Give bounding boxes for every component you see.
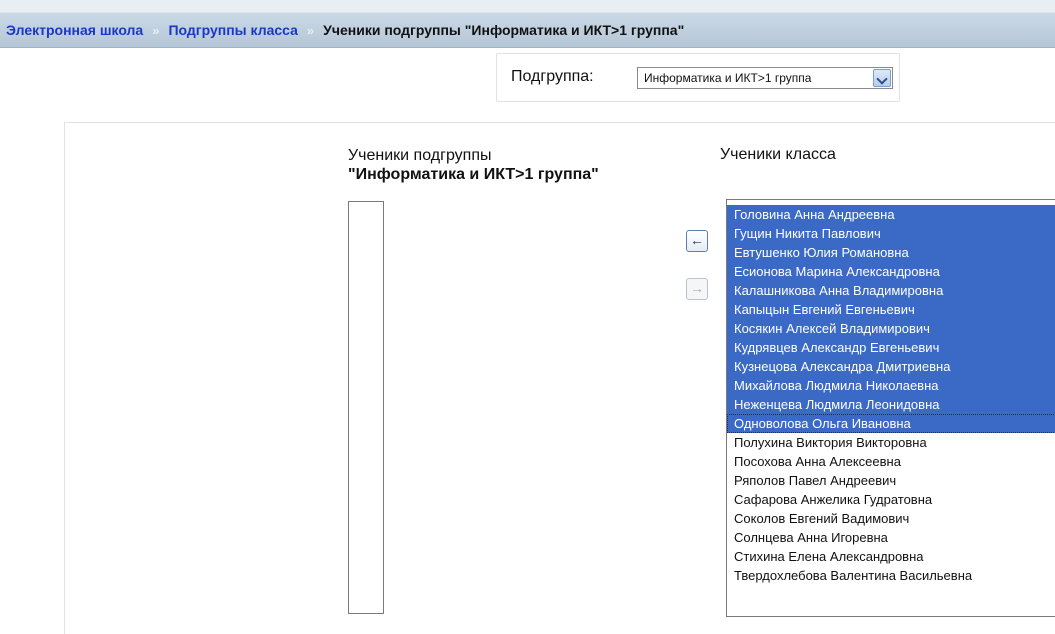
list-item[interactable]: Солнцева Анна Игоревна — [727, 528, 1055, 547]
list-item[interactable]: Одноволова Ольга Ивановна — [727, 414, 1055, 433]
subgroup-students-list[interactable] — [348, 201, 384, 614]
list-item[interactable]: Посохова Анна Алексеевна — [727, 452, 1055, 471]
list-item[interactable]: Головина Анна Андреевна — [727, 205, 1055, 224]
list-item[interactable]: Соколов Евгений Вадимович — [727, 509, 1055, 528]
breadcrumb-current: Ученики подгруппы "Информатика и ИКТ>1 г… — [323, 22, 685, 38]
list-item[interactable]: Твердохлебова Валентина Васильевна — [727, 566, 1055, 585]
breadcrumb-separator: » — [306, 22, 315, 38]
subgroup-students-title-line1: Ученики подгруппы — [348, 147, 492, 164]
list-item[interactable]: Гущин Никита Павлович — [727, 224, 1055, 243]
list-item[interactable]: Кузнецова Александра Дмитриевна — [727, 357, 1055, 376]
subgroup-select-value: Информатика и ИКТ>1 группа — [644, 71, 812, 85]
subgroup-select[interactable]: Информатика и ИКТ>1 группа — [637, 67, 893, 89]
breadcrumb-subgroups-link[interactable]: Подгруппы класса — [168, 22, 297, 38]
move-left-button[interactable]: ← — [686, 230, 708, 252]
subgroup-students-title: Ученики подгруппы "Информатика и ИКТ>1 г… — [348, 146, 599, 184]
list-item[interactable]: Сафарова Анжелика Гудратовна — [727, 490, 1055, 509]
list-item[interactable]: Стихина Елена Александровна — [727, 547, 1055, 566]
move-right-button[interactable]: → — [686, 278, 708, 300]
class-students-list[interactable]: Головина Анна Андреевна Гущин Никита Павл… — [726, 199, 1055, 617]
subgroup-students-title-line2: "Информатика и ИКТ>1 группа" — [348, 166, 599, 183]
list-item[interactable]: Михайлова Людмила Николаевна — [727, 376, 1055, 395]
list-item[interactable]: Косякин Алексей Владимирович — [727, 319, 1055, 338]
top-strip — [0, 0, 1055, 12]
class-students-title: Ученики класса — [720, 146, 836, 163]
list-item[interactable]: Калашникова Анна Владимировна — [727, 281, 1055, 300]
list-item[interactable]: Есионова Марина Александровна — [727, 262, 1055, 281]
list-item[interactable]: Полухина Виктория Викторовна — [727, 433, 1055, 452]
breadcrumb-separator: » — [152, 22, 160, 38]
subgroup-selector-box: Подгруппа: Информатика и ИКТ>1 группа — [496, 53, 900, 102]
subgroup-label: Подгруппа: — [511, 68, 594, 85]
chevron-down-icon[interactable] — [873, 69, 891, 87]
list-item[interactable]: Евтушенко Юлия Романовна — [727, 243, 1055, 262]
breadcrumb: Электронная школа » Подгруппы класса » У… — [0, 12, 1055, 48]
list-item[interactable]: Ряполов Павел Андреевич — [727, 471, 1055, 490]
breadcrumb-home-link[interactable]: Электронная школа — [6, 22, 143, 38]
list-item[interactable]: Капыцын Евгений Евгеньевич — [727, 300, 1055, 319]
list-item[interactable]: Неженцева Людмила Леонидовна — [727, 395, 1055, 414]
list-item[interactable]: Кудрявцев Александр Евгеньевич — [727, 338, 1055, 357]
